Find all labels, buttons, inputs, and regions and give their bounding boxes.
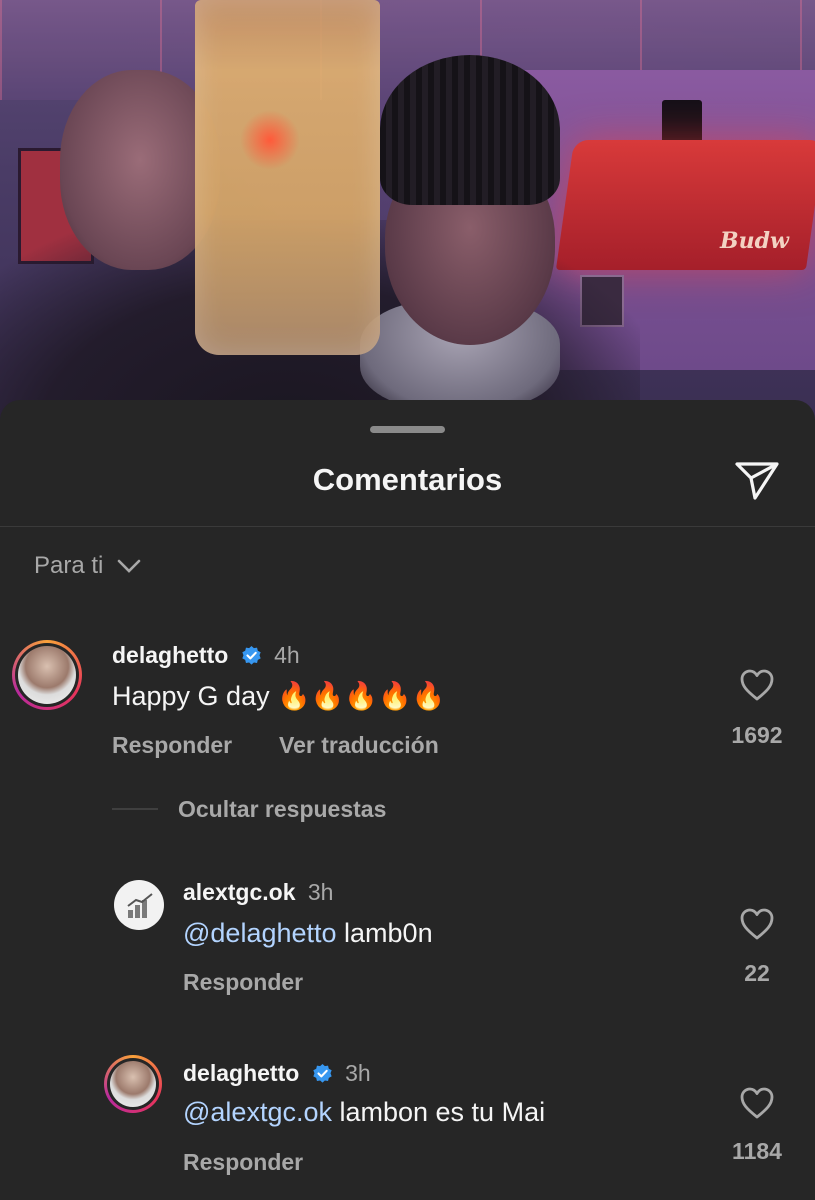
mention-link[interactable]: @delaghetto [183,918,337,948]
drag-handle[interactable] [370,426,445,433]
chart-logo-icon [127,893,153,918]
avatar[interactable] [104,1055,162,1113]
comment-username[interactable]: delaghetto 4h [112,642,300,669]
like-count: 1184 [732,1138,782,1164]
sheet-title: Comentarios [312,462,503,497]
mention-link[interactable]: @alextgc.ok [183,1097,332,1127]
reply-button[interactable]: Responder [112,732,232,759]
reply-button[interactable]: Responder [183,969,303,996]
comment-text: Happy G day 🔥🔥🔥🔥🔥 [112,681,446,711]
like-count: 22 [744,960,770,986]
comment-time: 4h [274,642,300,668]
heart-icon[interactable] [739,668,775,702]
verified-badge-icon [242,645,261,665]
reply-username[interactable]: delaghetto 3h [183,1060,371,1087]
reply-time: 3h [345,1060,371,1086]
reply-button[interactable]: Responder [183,1149,303,1176]
post-photo: Budw [0,0,815,430]
replies-divider-line [112,808,158,810]
avatar[interactable] [12,640,82,710]
filter-label: Para ti [34,552,104,579]
reply-text: @delaghetto lamb0n [183,918,433,948]
reply-time: 3h [307,879,334,905]
reply-username[interactable]: alextgc.ok 3h [183,879,333,906]
beer-mug [195,0,380,355]
send-icon[interactable] [733,458,781,502]
heart-icon[interactable] [739,907,775,941]
header-divider [0,526,815,527]
speaker [662,100,702,144]
avatar[interactable] [114,880,164,930]
verified-badge-icon [313,1063,332,1083]
like-count: 1692 [731,722,783,748]
translate-button[interactable]: Ver traducción [279,732,439,759]
comments-sheet: Comentarios Para ti delaghetto 4h Happy … [0,400,815,1200]
lamp-logo-text: Budw [720,228,789,254]
reply-text: @alextgc.ok lambon es tu Mai [183,1097,546,1127]
sort-filter-dropdown[interactable]: Para ti [34,552,141,580]
mug-light-reflection [240,110,300,170]
chevron-down-icon [118,559,141,573]
heart-icon[interactable] [739,1086,775,1120]
person-beanie [380,55,560,205]
hide-replies-button[interactable]: Ocultar respuestas [178,796,386,823]
